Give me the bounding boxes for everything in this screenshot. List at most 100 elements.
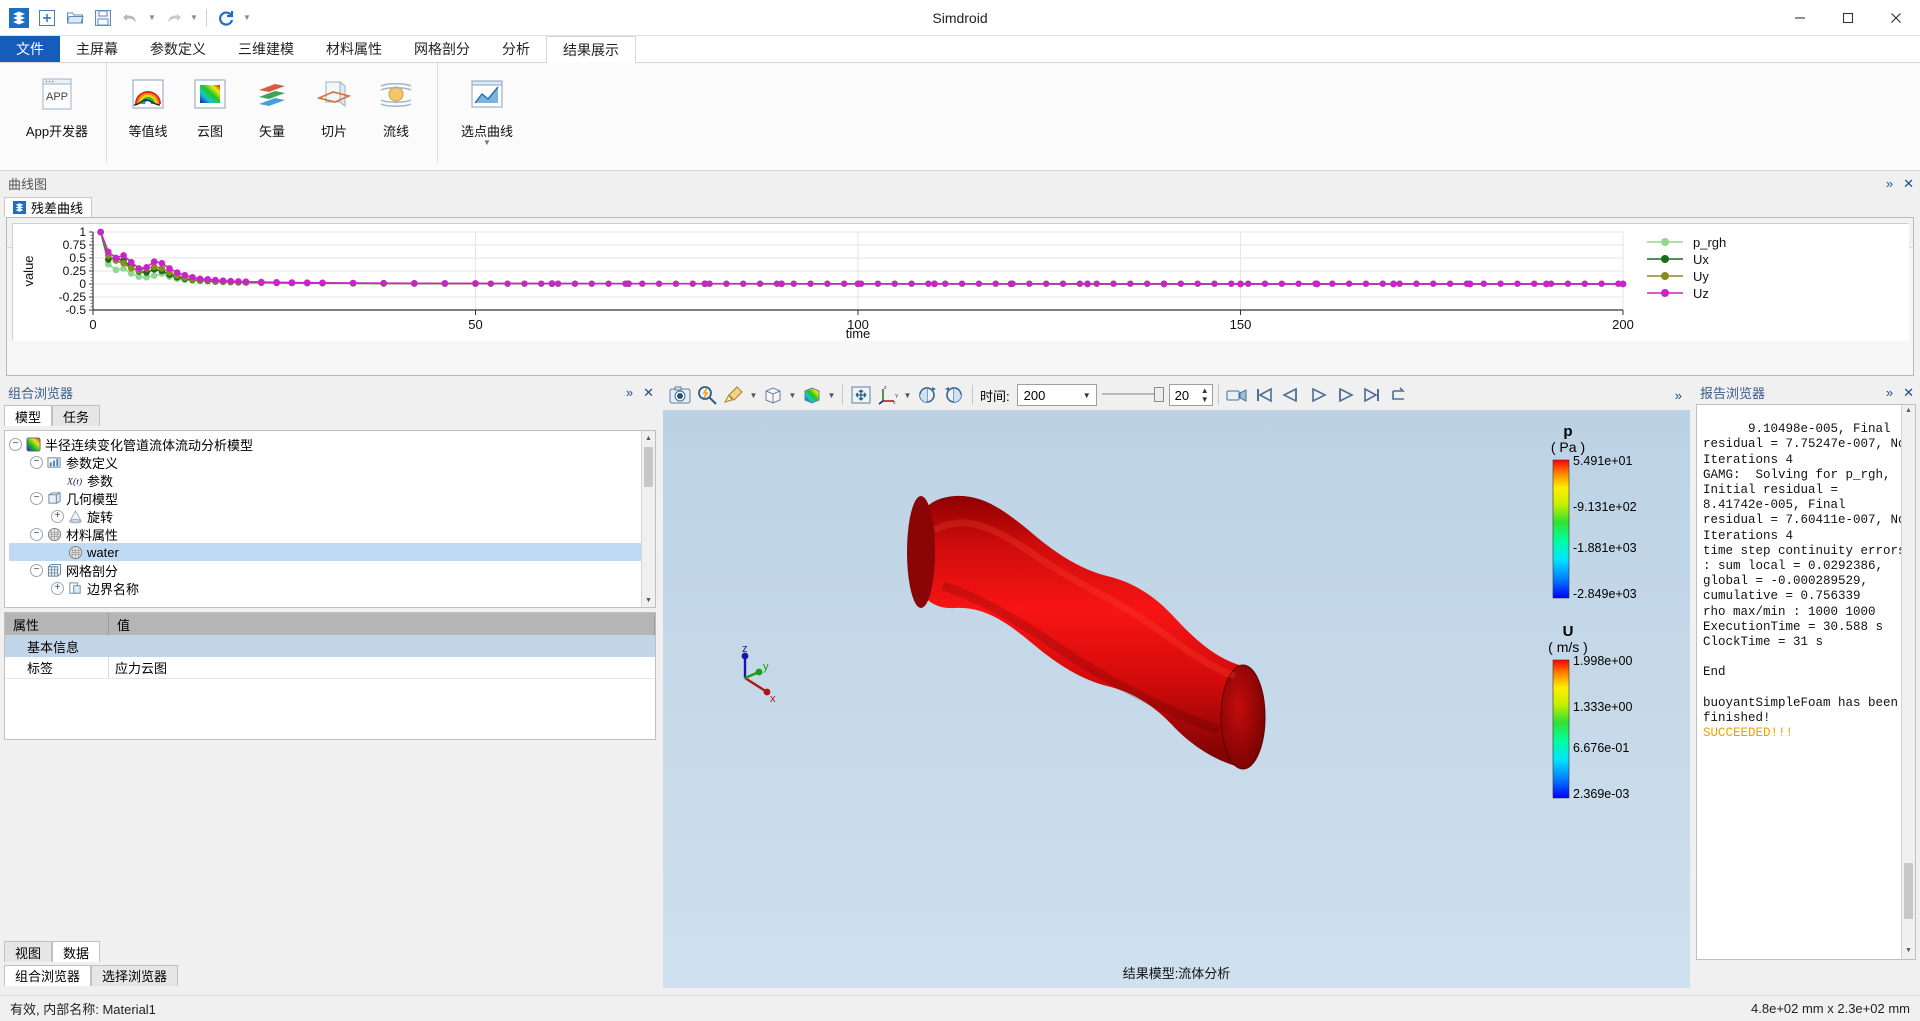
ribbon-tab-7[interactable]: 结果展示 xyxy=(546,36,636,64)
scroll-down-icon[interactable]: ▼ xyxy=(642,593,655,607)
tree-node[interactable]: − 网格剖分 xyxy=(9,561,655,579)
tree-node[interactable]: X(t) 参数 xyxy=(9,471,655,489)
toolbar-overflow-caret-icon[interactable]: ▼ xyxy=(241,13,253,22)
composer-expand-icon[interactable]: » xyxy=(626,386,633,399)
3d-viewport[interactable]: z y x p ( Pa ) 5.491e+01 -9.131e+02 -1.8… xyxy=(663,410,1690,988)
tree-node[interactable]: − 参数定义 xyxy=(9,453,655,471)
pan-icon[interactable] xyxy=(848,382,874,408)
ribbon-item-streamline[interactable]: 流线 xyxy=(365,67,427,140)
snapshot-icon[interactable] xyxy=(667,382,693,408)
viewport-expand-icon[interactable]: » xyxy=(1675,389,1682,402)
collapse-icon[interactable]: − xyxy=(30,491,43,505)
clear-dropdown-caret-icon[interactable]: ▼ xyxy=(748,391,759,400)
zoom-fit-icon[interactable] xyxy=(694,382,720,408)
report-scrollbar[interactable]: ▲ ▼ xyxy=(1901,405,1915,959)
save-icon[interactable] xyxy=(90,5,116,31)
slider-knob[interactable] xyxy=(1153,387,1164,402)
scroll-up-icon[interactable]: ▲ xyxy=(642,431,655,445)
ribbon-tab-1[interactable]: 主屏幕 xyxy=(60,36,134,62)
ribbon-item-contour-fill[interactable]: 云图 xyxy=(179,67,241,140)
report-scroll-down-icon[interactable]: ▼ xyxy=(1902,945,1915,959)
doc-tab-residual-curve[interactable]: 残差曲线 xyxy=(4,197,93,217)
view-data-tab-0[interactable]: 视图 xyxy=(4,941,53,962)
report-scroll-thumb[interactable] xyxy=(1904,863,1913,919)
expand-icon[interactable]: + xyxy=(51,581,64,595)
box-display-icon[interactable] xyxy=(760,382,786,408)
rotate-ccw-icon[interactable] xyxy=(941,382,967,408)
property-group-row[interactable]: 基本信息 xyxy=(5,635,655,657)
ribbon-item-app-developer[interactable]: APP App开发器 xyxy=(18,67,96,140)
property-row-value[interactable]: 应力云图 xyxy=(109,657,655,678)
refresh-icon[interactable] xyxy=(213,5,239,31)
app-logo-icon[interactable] xyxy=(6,5,32,31)
collapse-icon[interactable]: − xyxy=(30,455,43,469)
first-frame-icon[interactable] xyxy=(1251,382,1277,408)
footer-tab-1[interactable]: 选择浏览器 xyxy=(91,964,179,986)
record-icon[interactable] xyxy=(1224,382,1250,408)
ribbon-item-point-curve[interactable]: 选点曲线 xyxy=(448,67,526,140)
model-tree-scrollbar[interactable]: ▲ ▼ xyxy=(641,431,655,607)
tree-node[interactable]: + 边界名称 xyxy=(9,579,655,597)
collapse-icon[interactable]: − xyxy=(30,527,43,541)
composer-tab-0[interactable]: 模型 xyxy=(4,405,53,426)
report-close-icon[interactable]: ✕ xyxy=(1903,386,1914,399)
new-icon[interactable] xyxy=(34,5,60,31)
view-data-tab-1[interactable]: 数据 xyxy=(52,941,101,962)
ribbon-tab-3[interactable]: 三维建模 xyxy=(222,36,310,62)
tree-node[interactable]: water xyxy=(9,543,655,561)
next-frame-icon[interactable] xyxy=(1332,382,1358,408)
chevron-down-icon[interactable]: ▼ xyxy=(1083,391,1091,400)
time-slider[interactable] xyxy=(1101,384,1164,406)
point-curve-dropdown-caret-icon[interactable]: ▼ xyxy=(483,138,491,147)
curve-panel-expand-icon[interactable]: » xyxy=(1886,177,1893,190)
box-display-dropdown-caret-icon[interactable]: ▼ xyxy=(787,391,798,400)
time-select[interactable]: 200 ▼ xyxy=(1016,384,1097,406)
report-text-area[interactable]: 9.10498e-005, Final residual = 7.75247e-… xyxy=(1696,404,1916,960)
colormap-icon[interactable] xyxy=(799,382,825,408)
close-button[interactable] xyxy=(1872,0,1920,36)
tree-node[interactable]: − 几何模型 xyxy=(9,489,655,507)
ribbon-tab-5[interactable]: 网格剖分 xyxy=(398,36,486,62)
axis-orientation-icon[interactable]: z Yx xyxy=(875,382,901,408)
maximize-button[interactable] xyxy=(1824,0,1872,36)
composer-close-icon[interactable]: ✕ xyxy=(643,386,654,399)
play-icon[interactable] xyxy=(1305,382,1331,408)
redo-icon[interactable] xyxy=(160,5,186,31)
spinner-arrows-icon[interactable]: ▲ ▼ xyxy=(1201,386,1209,404)
axis-dropdown-caret-icon[interactable]: ▼ xyxy=(902,391,913,400)
prev-frame-icon[interactable] xyxy=(1278,382,1304,408)
redo-dropdown-caret-icon[interactable]: ▼ xyxy=(188,13,200,22)
composer-tab-1[interactable]: 任务 xyxy=(52,405,101,426)
undo-dropdown-caret-icon[interactable]: ▼ xyxy=(146,13,158,22)
last-frame-icon[interactable] xyxy=(1359,382,1385,408)
3d-viewport-canvas[interactable]: z y x p ( Pa ) 5.491e+01 -9.131e+02 -1.8… xyxy=(663,410,1690,988)
scroll-thumb[interactable] xyxy=(644,447,653,487)
model-tree[interactable]: − 半径连续变化管道流体流动分析模型 − 参数定义 X(t) 参数 − 几何模型 + 旋转 − 材料属… xyxy=(4,430,656,608)
clear-icon[interactable] xyxy=(721,382,747,408)
loop-icon[interactable] xyxy=(1386,382,1412,408)
ribbon-tab-6[interactable]: 分析 xyxy=(486,36,546,62)
expand-icon[interactable]: + xyxy=(51,509,64,523)
tree-node[interactable]: − 半径连续变化管道流体流动分析模型 xyxy=(9,435,655,453)
ribbon-item-contour-line[interactable]: 等值线 xyxy=(117,67,179,140)
ribbon-item-slice[interactable]: 切片 xyxy=(303,67,365,140)
ribbon-tab-0[interactable]: 文件 xyxy=(0,36,60,62)
minimize-button[interactable] xyxy=(1776,0,1824,36)
open-icon[interactable] xyxy=(62,5,88,31)
report-scroll-up-icon[interactable]: ▲ xyxy=(1902,405,1915,419)
ribbon-tab-2[interactable]: 参数定义 xyxy=(134,36,222,62)
footer-tab-0[interactable]: 组合浏览器 xyxy=(4,964,92,986)
ribbon-tab-4[interactable]: 材料属性 xyxy=(310,36,398,62)
colormap-dropdown-caret-icon[interactable]: ▼ xyxy=(826,391,837,400)
property-row-label[interactable]: 标签 应力云图 xyxy=(5,657,655,679)
rotate-cw-icon[interactable] xyxy=(914,382,940,408)
tree-node[interactable]: − 材料属性 xyxy=(9,525,655,543)
report-expand-icon[interactable]: » xyxy=(1886,386,1893,399)
undo-icon[interactable] xyxy=(118,5,144,31)
collapse-icon[interactable]: − xyxy=(9,437,22,451)
curve-panel-close-icon[interactable]: ✕ xyxy=(1903,177,1914,190)
ribbon-item-vector[interactable]: 矢量 xyxy=(241,67,303,140)
tree-node[interactable]: + 旋转 xyxy=(9,507,655,525)
step-spinner[interactable]: 20 ▲ ▼ xyxy=(1168,384,1213,406)
collapse-icon[interactable]: − xyxy=(30,563,43,577)
